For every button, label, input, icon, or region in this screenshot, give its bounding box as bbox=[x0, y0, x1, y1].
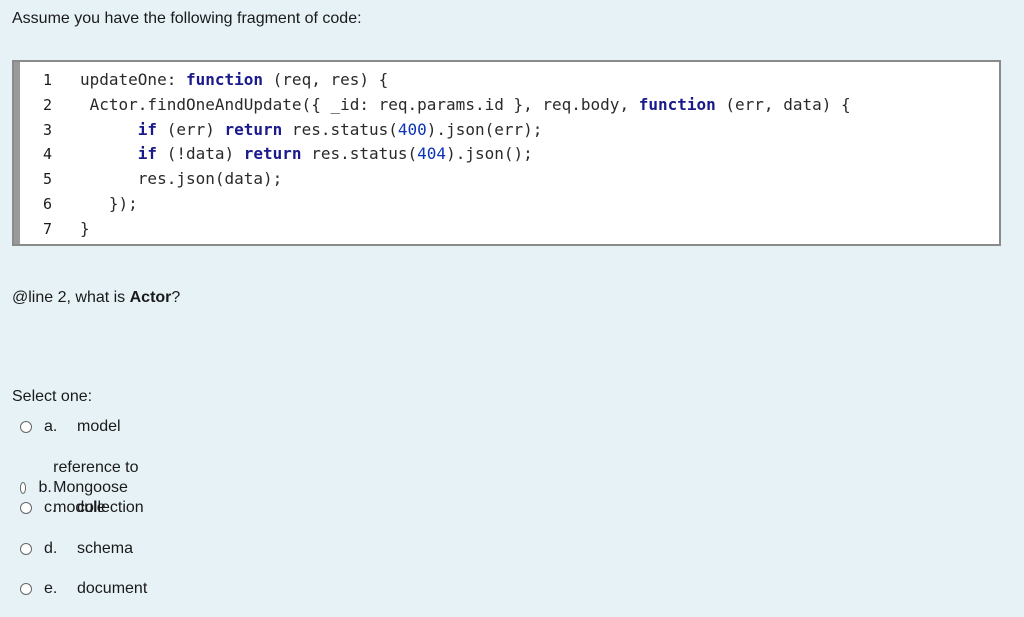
code-token: (req, res) { bbox=[263, 70, 389, 89]
radio-button[interactable] bbox=[20, 502, 32, 514]
code-token: } bbox=[80, 218, 90, 238]
code-token: res.status( bbox=[301, 144, 418, 164]
option-text: collection bbox=[77, 499, 144, 516]
code-keyword: return bbox=[224, 119, 283, 139]
code-token: Actor.findOneAndUpdate({ _id: req.params… bbox=[80, 94, 639, 114]
option-text: schema bbox=[77, 540, 134, 557]
code-keyword: return bbox=[243, 144, 302, 164]
line-numbers: 1 2 3 4 5 6 7 bbox=[20, 68, 67, 242]
radio-button[interactable] bbox=[20, 583, 32, 595]
radio-button[interactable] bbox=[20, 543, 32, 555]
radio-button[interactable] bbox=[20, 482, 27, 494]
line-number: 7 bbox=[43, 219, 53, 238]
code-token: (err, data) { bbox=[715, 94, 851, 114]
line-number: 6 bbox=[43, 194, 53, 213]
code-keyword: if bbox=[137, 119, 158, 139]
code-token: }); bbox=[80, 193, 138, 213]
code-line: }); bbox=[80, 192, 993, 217]
code-number: 400 bbox=[397, 119, 427, 139]
question-prefix: @line 2, what is bbox=[12, 289, 130, 306]
option-c[interactable]: c. collection bbox=[20, 498, 144, 518]
option-letter: c. bbox=[44, 499, 57, 516]
code-token: ).json(); bbox=[446, 144, 533, 164]
line-number: 5 bbox=[43, 170, 53, 189]
question-emphasis: Actor bbox=[129, 289, 172, 306]
option-text: document bbox=[77, 580, 148, 597]
radio-button[interactable] bbox=[20, 421, 32, 433]
code-line: Actor.findOneAndUpdate({ _id: req.params… bbox=[80, 93, 993, 118]
line-number: 4 bbox=[43, 145, 53, 164]
question-intro: Assume you have the following fragment o… bbox=[12, 10, 362, 27]
code-keyword: if bbox=[137, 144, 158, 164]
code-line: if (err) return res.status(400).json(err… bbox=[80, 118, 993, 143]
code-token: res.status( bbox=[282, 119, 398, 139]
code-line: res.json(data); bbox=[80, 167, 993, 192]
option-letter: d. bbox=[44, 540, 58, 557]
quiz-page: Assume you have the following fragment o… bbox=[0, 0, 1024, 617]
line-number: 2 bbox=[43, 95, 53, 114]
code-number: 404 bbox=[417, 144, 447, 164]
code-token: (err) bbox=[157, 119, 225, 139]
option-letter: b. bbox=[38, 479, 52, 496]
code-line: updateOne: function (req, res) { bbox=[80, 68, 993, 93]
question-suffix: ? bbox=[171, 289, 181, 306]
code-keyword: function bbox=[185, 70, 264, 89]
question-text: @line 2, what is Actor? bbox=[12, 288, 180, 308]
code-keyword: function bbox=[638, 94, 716, 114]
code-line: } bbox=[80, 217, 993, 242]
code-token: res.json(data); bbox=[80, 169, 283, 189]
option-text: model bbox=[77, 418, 121, 435]
line-number: 3 bbox=[43, 120, 53, 139]
code-token: (!data) bbox=[157, 144, 244, 164]
line-number: 1 bbox=[43, 71, 53, 89]
code-token: ).json(err); bbox=[426, 119, 543, 139]
code-line: if (!data) return res.status(404).json()… bbox=[80, 142, 993, 167]
option-e[interactable]: e. document bbox=[20, 579, 147, 599]
select-one-label: Select one: bbox=[12, 388, 93, 405]
option-d[interactable]: d. schema bbox=[20, 539, 133, 559]
option-letter: a. bbox=[44, 418, 58, 435]
option-a[interactable]: a. model bbox=[20, 417, 121, 437]
code-text: updateOne: function (req, res) { Actor.f… bbox=[80, 68, 993, 242]
option-letter: e. bbox=[44, 580, 58, 597]
code-block: 1 2 3 4 5 6 7 updateOne: function (req, … bbox=[12, 60, 1001, 246]
code-token: updateOne: bbox=[80, 70, 186, 89]
